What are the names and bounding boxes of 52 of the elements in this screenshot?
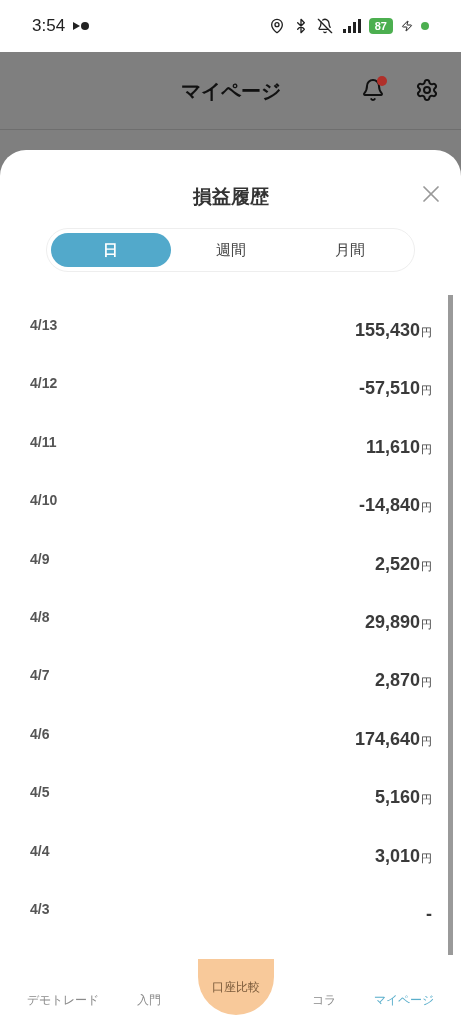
profit-amount: -57,510: [358, 377, 420, 401]
date-label: 4/11: [30, 432, 57, 452]
date-label: 4/9: [30, 549, 50, 569]
signal-icon: [340, 19, 361, 33]
yen-unit: 円: [421, 441, 432, 457]
mute-icon: [316, 18, 333, 34]
yen-unit: 円: [421, 383, 432, 399]
sheet-title: 損益履歴: [192, 184, 269, 209]
yen-unit: 円: [421, 733, 432, 749]
date-label: 4/10: [30, 491, 58, 511]
profit-amount: 3,010: [374, 844, 420, 868]
yen-unit: 円: [421, 558, 432, 574]
dot-icon: [421, 22, 429, 30]
yen-unit: 円: [421, 500, 432, 516]
profit-amount: 2,520: [374, 552, 420, 576]
nav-tab[interactable]: 入門: [136, 991, 161, 1009]
yen-unit: 円: [421, 616, 432, 632]
nav-tab[interactable]: 口座比較: [198, 959, 275, 1015]
nav-tab[interactable]: デモトレード: [26, 991, 99, 1009]
period-tab[interactable]: 週間: [170, 233, 291, 267]
profit-amount: 29,890: [364, 610, 420, 634]
bell-icon: [361, 78, 385, 102]
nav-tab[interactable]: マイページ: [374, 991, 435, 1009]
nav-tab[interactable]: コラ: [312, 991, 337, 1009]
date-label: 4/5: [30, 783, 50, 803]
date-label: 4/7: [30, 666, 50, 686]
profit-amount: -14,840: [358, 494, 420, 518]
date-label: 4/4: [30, 841, 50, 861]
profit-amount: 174,640: [354, 727, 420, 751]
yen-unit: 円: [421, 325, 432, 340]
profit-amount: 5,160: [374, 786, 420, 810]
location-icon: [268, 18, 285, 34]
date-label: 4/13: [30, 316, 58, 335]
battery-level: 87: [368, 18, 393, 34]
yen-unit: 円: [421, 792, 432, 808]
date-label: 4/8: [30, 607, 50, 627]
page-title: マイページ: [180, 78, 281, 104]
profit-amount: 2,870: [374, 669, 420, 693]
date-label: 4/3: [30, 899, 50, 919]
profit-amount: -: [426, 902, 432, 926]
charging-icon: [401, 20, 413, 32]
period-tab[interactable]: 日: [51, 233, 171, 267]
status-time: 3:54: [32, 15, 66, 38]
period-tab[interactable]: 月間: [290, 233, 410, 267]
settings-icon: [415, 78, 439, 102]
date-label: 4/12: [30, 374, 58, 394]
profit-amount: 155,430: [354, 319, 420, 342]
media-icon: [73, 22, 90, 30]
yen-unit: 円: [421, 850, 432, 866]
yen-unit: 円: [421, 675, 432, 691]
date-label: 4/6: [30, 724, 50, 744]
profit-amount: 11,610: [365, 435, 420, 459]
